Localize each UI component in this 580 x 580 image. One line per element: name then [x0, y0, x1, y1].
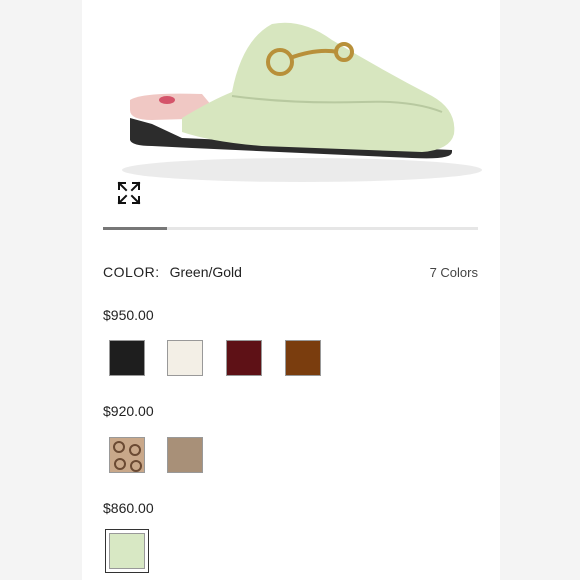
swatch-white[interactable] [167, 340, 203, 376]
footbed-logo [159, 96, 175, 104]
gg-pattern [113, 441, 142, 472]
swatch-black[interactable] [109, 340, 145, 376]
swatch-green-selected[interactable] [105, 529, 149, 573]
color-selector-header: COLOR: Green/Gold 7 Colors [103, 264, 478, 284]
expand-icon[interactable] [116, 180, 142, 206]
shoe-shadow [122, 158, 482, 182]
color-count: 7 Colors [429, 265, 478, 280]
shoe-upper [182, 22, 455, 153]
swatch-burgundy[interactable] [226, 340, 262, 376]
selected-color-value: Green/Gold [169, 264, 242, 280]
price-label: $950.00 [103, 307, 154, 323]
swatch-green [109, 533, 145, 569]
carousel-thumb[interactable] [103, 227, 167, 230]
product-image [122, 22, 482, 182]
swatch-brown[interactable] [285, 340, 321, 376]
carousel-scrollbar[interactable] [103, 227, 478, 230]
price-label: $860.00 [103, 500, 154, 516]
swatch-taupe[interactable] [167, 437, 203, 473]
price-label: $920.00 [103, 403, 154, 419]
swatch-gg-canvas[interactable] [109, 437, 145, 473]
color-label: COLOR: [103, 264, 160, 280]
